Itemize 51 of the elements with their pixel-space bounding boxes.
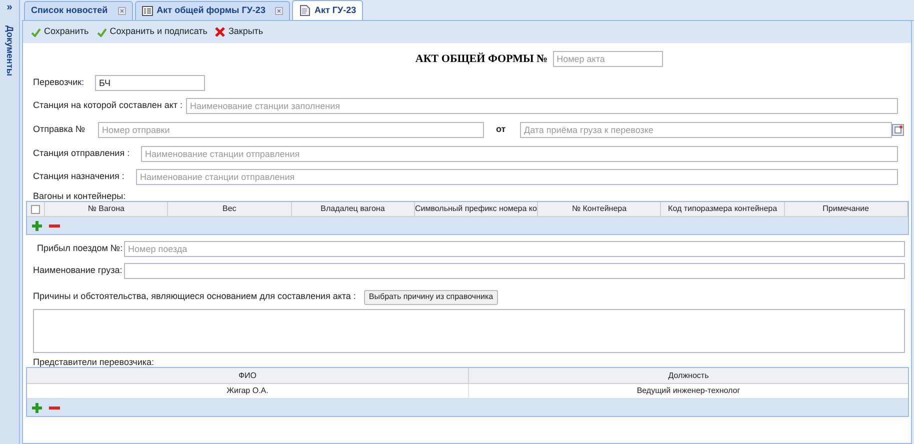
tab[interactable]: Акт ГУ-23 <box>292 0 364 20</box>
close-tab-icon[interactable] <box>275 7 284 15</box>
input-field[interactable]: Наименование станции отправления <box>141 146 898 162</box>
form-title: АКТ ОБЩЕЙ ФОРМЫ № <box>415 52 548 67</box>
table-cell: Жигар О.А. <box>27 384 469 398</box>
tab[interactable]: Акт общей формы ГУ-23 <box>134 1 290 20</box>
check-icon <box>31 28 41 36</box>
table-cell-text: Ведущий инженер-технолог <box>636 385 742 397</box>
act-number-field[interactable]: Номер акта <box>552 51 663 67</box>
toolbar-button[interactable]: Закрыть <box>215 25 264 39</box>
input-field[interactable]: БЧ <box>95 75 205 91</box>
close-icon <box>215 27 226 37</box>
field-label: Станция на которой составлен акт : <box>33 99 184 112</box>
field-label: Станция отправления : <box>33 147 131 160</box>
column-header[interactable]: Вес <box>168 202 292 216</box>
input-field[interactable]: Наименование станции отправления <box>136 169 898 185</box>
field-label: Прибыл поездом №: <box>36 242 124 256</box>
column-header[interactable]: Примечание <box>784 202 908 216</box>
expand-button[interactable]: » <box>2 2 16 14</box>
section-label: Вагоны и контейнеры: <box>33 190 127 201</box>
column-header[interactable]: № Вагона <box>45 202 168 216</box>
document-icon <box>299 5 310 16</box>
column-header[interactable]: Код типоразмера контейнера <box>661 202 785 216</box>
field-label: от <box>496 123 507 136</box>
field-label: Перевозчик: <box>33 76 86 90</box>
column-header[interactable]: № Контейнера <box>538 202 662 216</box>
sidebar-title: Документы <box>4 25 16 76</box>
toolbar-button[interactable]: Сохранить и подписать <box>96 25 208 39</box>
reason-button[interactable]: Выбрать причину из справочника <box>364 290 498 304</box>
input-field[interactable]: Номер поезда <box>124 241 905 257</box>
calendar-icon[interactable] <box>892 124 904 136</box>
field-label: Наименование груза: <box>33 264 124 278</box>
section-label: Представители перевозчика: <box>33 356 156 367</box>
form-icon <box>142 6 153 16</box>
check-icon <box>96 28 107 36</box>
date-field[interactable]: Дата приёма груза к перевозке <box>520 122 892 138</box>
add-icon[interactable] <box>32 402 42 412</box>
add-icon[interactable] <box>32 220 42 230</box>
field-label: Станция назначения : <box>33 170 126 184</box>
column-header[interactable]: Символьный префикс номера ко <box>414 202 538 216</box>
select-all-checkbox[interactable] <box>31 204 40 214</box>
close-tab-icon[interactable] <box>118 7 126 15</box>
field-label: Отправка № <box>33 123 86 136</box>
column-header[interactable]: Владалец вагона <box>292 202 415 216</box>
column-header[interactable]: Должность <box>469 368 908 383</box>
input-field[interactable]: Номер отправки <box>98 122 484 138</box>
field-label: Причины и обстоятельства, являющиеся основанием для составления акта : <box>33 290 356 304</box>
toolbar-button[interactable]: Сохранить <box>31 25 89 39</box>
input-field[interactable]: Наименование станции заполнения <box>186 98 898 114</box>
tab[interactable]: Список новостей <box>24 1 133 20</box>
column-header[interactable]: ФИО <box>27 368 469 383</box>
